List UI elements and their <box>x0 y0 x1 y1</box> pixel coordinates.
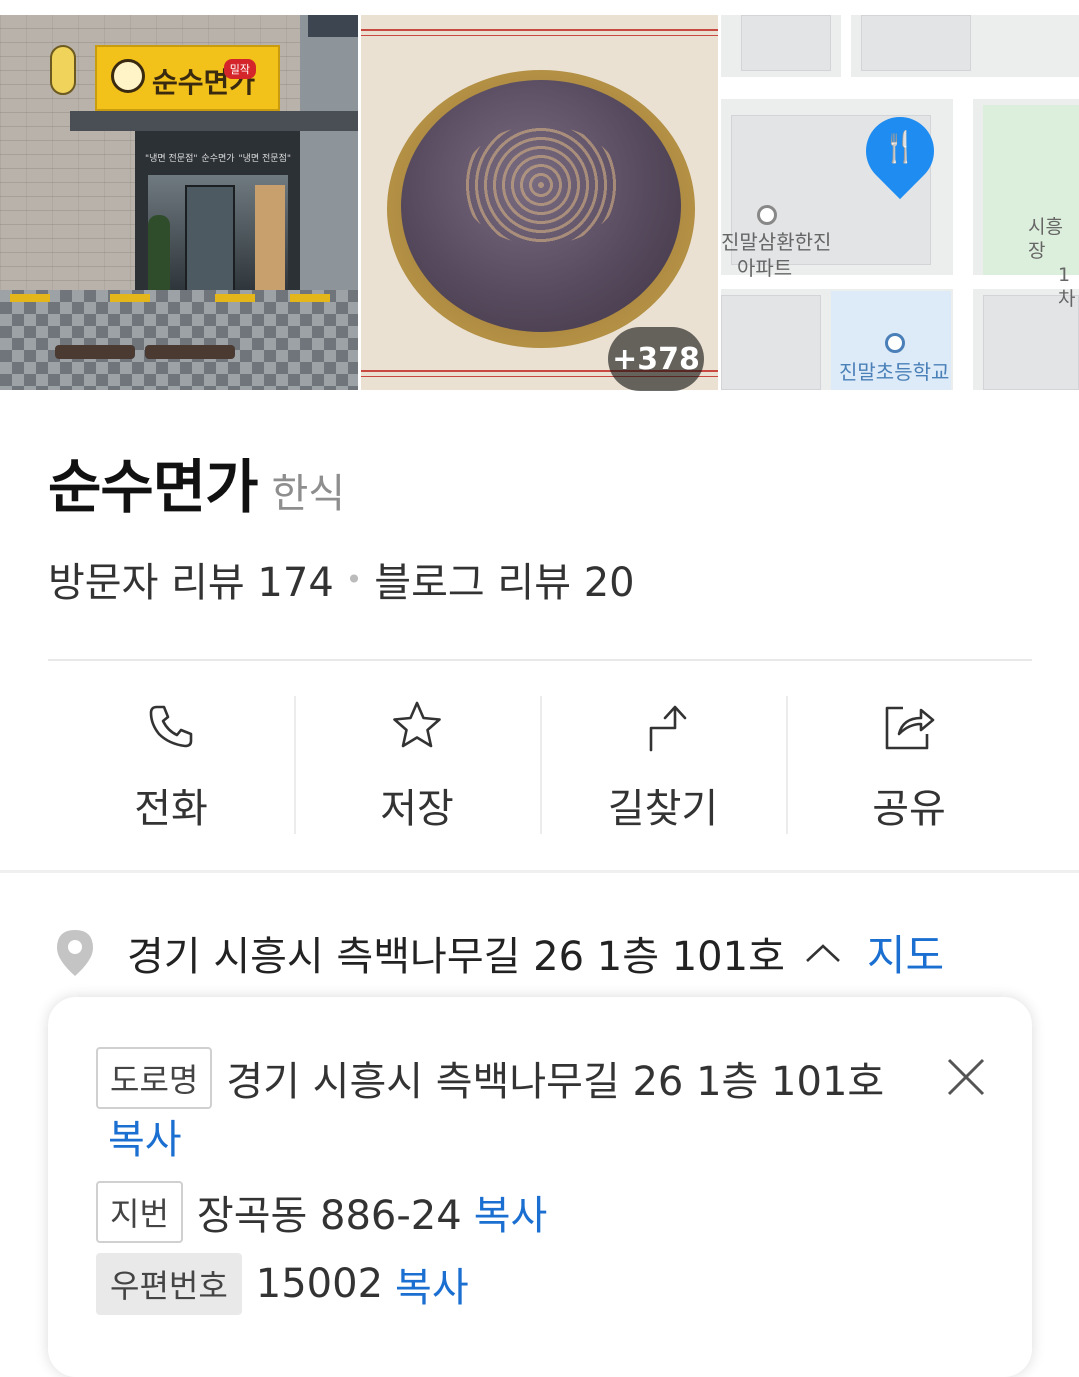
school-poi-icon <box>885 333 905 353</box>
save-button[interactable]: 저장 <box>294 696 540 836</box>
road-address-value: 경기 시흥시 측백나무길 26 1층 101호 <box>226 1059 885 1105</box>
lot-address-copy-button[interactable]: 복사 <box>474 1183 548 1241</box>
blog-reviews-link[interactable]: 블로그 리뷰 20 <box>374 550 634 608</box>
parking-stop <box>215 294 255 302</box>
apartment-label: 진말삼환한진 아파트 <box>721 230 832 280</box>
address-row[interactable]: 경기 시흥시 측백나무길 26 1층 101호 지도 <box>55 922 944 983</box>
window-text-mid: 순수면가 <box>201 154 235 164</box>
store-sign: 순수면가 밀작 <box>95 45 280 111</box>
noodles <box>461 125 621 245</box>
chevron-up-icon[interactable] <box>803 941 843 965</box>
directions-icon <box>649 705 687 752</box>
road-address-tag: 도로명 <box>96 1047 213 1109</box>
wooden-screen <box>255 185 285 295</box>
call-label: 전화 <box>134 786 208 832</box>
building-block <box>861 15 971 71</box>
edge-label: 시흥장 1차 <box>1028 216 1076 310</box>
zip-code-copy-button[interactable]: 복사 <box>395 1255 469 1313</box>
photo-strip[interactable]: 순수면가 밀작 "냉면 전문점" 순수면가 "냉면 전문점" 진말삼환한진 아파… <box>0 15 1079 391</box>
upper-window <box>308 15 358 37</box>
plant <box>148 215 170 295</box>
lot-address-line: 지번 장곡동 886-24 복사 <box>96 1181 547 1243</box>
road <box>953 99 973 390</box>
lot-address-tag: 지번 <box>96 1181 183 1243</box>
location-pin-icon <box>57 929 93 976</box>
share-label: 공유 <box>872 786 946 832</box>
place-name: 순수면가 <box>48 453 258 521</box>
title-row: 순수면가 한식 <box>48 440 345 524</box>
zip-code-line: 우편번호 15002 복사 <box>96 1253 469 1315</box>
directions-label: 길찾기 <box>607 786 719 832</box>
road <box>721 77 1079 99</box>
parking-stop <box>290 294 330 302</box>
address-detail-popup: 도로명 경기 시흥시 측백나무길 26 1층 101호 복사 지번 장곡동 88… <box>48 997 1032 1377</box>
phone-icon <box>149 705 193 748</box>
border-line <box>361 29 718 31</box>
window-text-left: "냉면 전문점" <box>144 154 198 164</box>
road-address-copy-button[interactable]: 복사 <box>108 1107 182 1165</box>
review-summary: 방문자 리뷰 174 • 블로그 리뷰 20 <box>48 550 635 608</box>
visitor-reviews-link[interactable]: 방문자 리뷰 174 <box>48 550 334 608</box>
divider <box>48 659 1032 661</box>
call-button[interactable]: 전화 <box>48 696 294 836</box>
close-icon[interactable] <box>946 1057 986 1097</box>
parking-stop <box>110 294 150 302</box>
awning <box>70 111 358 131</box>
review-separator: • <box>345 562 363 596</box>
save-label: 저장 <box>380 786 454 832</box>
building-side <box>300 15 358 295</box>
apartment-poi-icon <box>757 205 777 225</box>
road <box>841 15 851 77</box>
drain-cover <box>55 345 135 359</box>
directions-button[interactable]: 길찾기 <box>540 696 786 836</box>
map-link[interactable]: 지도 <box>867 922 944 983</box>
building-block <box>721 295 821 390</box>
border-line <box>361 35 718 36</box>
drain-cover <box>145 345 235 359</box>
building-block <box>741 15 831 71</box>
lot-address-value: 장곡동 886-24 <box>196 1193 462 1239</box>
action-bar: 전화 저장 길찾기 공유 <box>48 696 1032 836</box>
window-text-right: "냉면 전문점" <box>238 154 292 164</box>
pavement <box>0 290 358 390</box>
school-label: 진말초등학교 <box>839 360 950 384</box>
zip-code-tag: 우편번호 <box>96 1253 242 1315</box>
zip-code-value: 15002 <box>255 1261 384 1307</box>
store-sign-badge: 밀작 <box>223 59 256 79</box>
place-category: 한식 <box>271 471 346 517</box>
share-icon <box>885 706 935 750</box>
storefront-photo[interactable]: 순수면가 밀작 "냉면 전문점" 순수면가 "냉면 전문점" <box>0 15 358 390</box>
more-photos-badge[interactable]: +378 <box>608 327 704 391</box>
star-icon <box>393 701 441 748</box>
bowl-logo <box>111 59 145 93</box>
entrance-door <box>185 185 235 295</box>
parking-stop <box>10 294 50 302</box>
hanging-sign <box>50 45 76 95</box>
window-lettering: "냉면 전문점" 순수면가 "냉면 전문점" <box>143 151 293 164</box>
share-button[interactable]: 공유 <box>786 696 1032 836</box>
section-divider <box>0 870 1079 873</box>
map-thumbnail[interactable]: 진말삼환한진 아파트 진말초등학교 시흥장 1차 <box>721 15 1079 390</box>
road-address-line: 도로명 경기 시흥시 측백나무길 26 1층 101호 <box>96 1047 884 1109</box>
address-text: 경기 시흥시 측백나무길 26 1층 101호 <box>127 933 785 980</box>
restaurant-icon: 🍴 <box>881 130 919 165</box>
